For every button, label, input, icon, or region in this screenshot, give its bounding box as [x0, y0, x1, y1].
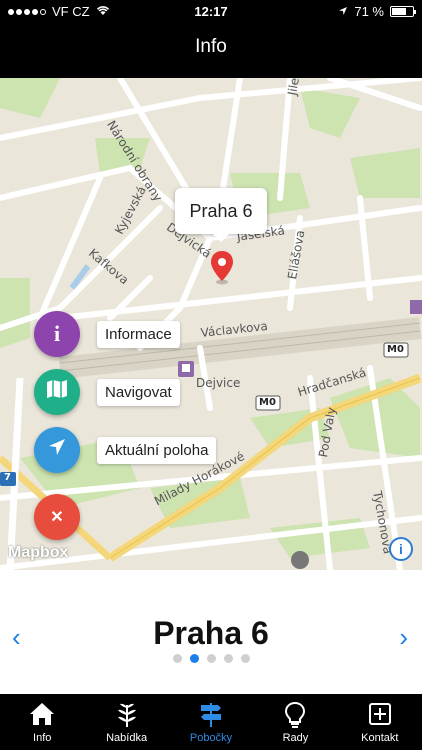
info-button[interactable]: i — [34, 311, 80, 357]
map-info-icon[interactable]: i — [389, 537, 413, 561]
map-pin-icon[interactable] — [210, 251, 234, 290]
map-view[interactable]: Národní obrany Jilemnického Kyjevská Dej… — [0, 78, 422, 570]
page-dot[interactable] — [240, 654, 250, 663]
current-location-button[interactable] — [34, 427, 80, 473]
street-label: Dejvice — [196, 376, 241, 390]
page-dot[interactable] — [206, 654, 216, 663]
tab-label: Info — [33, 732, 52, 744]
page-dot[interactable] — [172, 654, 182, 663]
tab-pobocky[interactable]: Pobočky — [169, 694, 253, 750]
battery-percent: 71 % — [354, 4, 384, 19]
page-dot[interactable] — [189, 654, 199, 663]
battery-icon — [390, 6, 416, 17]
map-icon — [46, 379, 68, 405]
navigate-button[interactable] — [34, 369, 80, 415]
branch-name: Praha 6 — [153, 615, 269, 651]
tab-label: Kontakt — [361, 732, 399, 744]
current-location-label[interactable]: Aktuální poloha — [97, 437, 217, 464]
close-icon: ✕ — [50, 509, 64, 526]
home-icon — [0, 702, 84, 728]
status-right: 71 % — [338, 4, 416, 19]
location-callout[interactable]: Praha 6 — [175, 188, 267, 242]
next-arrow-icon[interactable]: › — [399, 622, 408, 653]
tab-label: Rady — [282, 732, 309, 744]
signpost-icon — [169, 702, 253, 728]
tab-kontakt[interactable]: Kontakt — [338, 694, 422, 750]
branch-pager: ‹ Praha 6 › — [0, 570, 422, 694]
tab-label: Pobočky — [189, 732, 233, 744]
page-indicator[interactable] — [0, 654, 422, 663]
tab-rady[interactable]: Rady — [253, 694, 337, 750]
location-services-icon — [338, 4, 348, 19]
tab-info[interactable]: Info — [0, 694, 84, 750]
tab-label: Nabídka — [106, 732, 148, 744]
navigate-label[interactable]: Navigovat — [97, 379, 180, 406]
plus-box-icon — [338, 702, 422, 728]
tab-nabidka[interactable]: Nabídka — [84, 694, 168, 750]
road-badge: 7 — [4, 472, 11, 483]
info-label[interactable]: Informace — [97, 321, 180, 348]
road-badge: M0 — [387, 344, 404, 355]
leaf-icon — [84, 702, 168, 728]
tab-bar: Info Nabídka Pobočky Rady Kontakt — [0, 694, 422, 750]
battery-fill — [392, 8, 407, 15]
nav-bar: Info — [0, 22, 422, 78]
close-menu-button[interactable]: ✕ — [34, 494, 80, 540]
page-title: Info — [195, 36, 227, 57]
lightbulb-icon — [253, 701, 337, 728]
page-dot[interactable] — [223, 654, 233, 663]
location-arrow-icon — [48, 438, 66, 462]
mapbox-attribution[interactable]: Mapbox — [8, 544, 68, 562]
road-badge: M0 — [259, 397, 276, 408]
info-icon: i — [53, 321, 61, 346]
status-bar: VF CZ 12:17 71 % — [0, 0, 422, 22]
